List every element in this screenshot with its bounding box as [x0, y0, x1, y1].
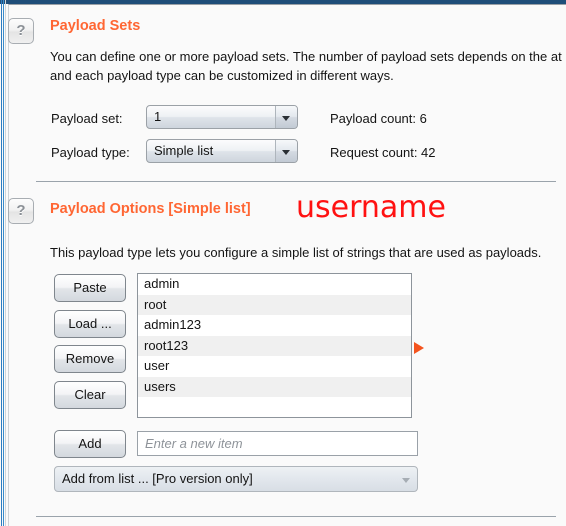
add-button[interactable]: Add: [54, 430, 126, 458]
request-count-label: Request count: 42: [330, 145, 436, 160]
payload-type-dropdown-value: Simple list: [154, 143, 214, 158]
add-from-list-dropdown-arrowbox: [396, 467, 417, 491]
payload-options-description: This payload type lets you configure a s…: [50, 245, 542, 260]
left-edge-panel-border: [5, 0, 6, 526]
list-item[interactable]: root: [138, 294, 411, 315]
payload-list-empty-space: [138, 397, 411, 417]
payload-sets-help-icon[interactable]: ?: [8, 18, 34, 44]
payload-options-help-icon[interactable]: ?: [8, 198, 34, 224]
list-item[interactable]: admin: [138, 274, 411, 295]
payload-set-dropdown[interactable]: 1: [146, 105, 298, 129]
payload-set-dropdown-arrowbox[interactable]: [275, 106, 297, 128]
payload-sets-title: Payload Sets: [50, 18, 141, 34]
pointer-triangle-icon: [414, 342, 424, 354]
paste-button[interactable]: Paste: [54, 274, 126, 302]
payload-sets-description-line-2: and each payload type can be customized …: [50, 68, 394, 83]
chevron-down-icon: [282, 116, 290, 121]
list-item[interactable]: user: [138, 356, 411, 377]
payload-set-dropdown-value: 1: [154, 109, 162, 124]
payload-type-dropdown-arrowbox[interactable]: [275, 140, 297, 162]
payload-sets-description-line-1: You can define one or more payload sets.…: [50, 49, 562, 64]
username-annotation: username: [296, 190, 446, 225]
chevron-down-icon: [402, 478, 410, 483]
payload-count-label: Payload count: 6: [330, 111, 427, 126]
left-edge-accent-line-outer: [1, 0, 2, 526]
list-item[interactable]: admin123: [138, 315, 411, 336]
payload-type-dropdown[interactable]: Simple list: [146, 139, 298, 163]
remove-button[interactable]: Remove: [54, 345, 126, 373]
add-from-list-dropdown-value: Add from list ... [Pro version only]: [62, 471, 253, 486]
new-item-input[interactable]: [137, 431, 418, 456]
payload-options-title: Payload Options [Simple list]: [50, 201, 251, 217]
section-divider-top: [36, 181, 556, 182]
payload-configuration-panel: ? Payload Sets You can define one or mor…: [0, 0, 566, 526]
list-item[interactable]: root123: [138, 335, 411, 356]
left-edge-accent-line-inner: [3, 0, 4, 526]
section-divider-bottom: [36, 516, 556, 517]
clear-button[interactable]: Clear: [54, 381, 126, 409]
payload-type-label: Payload type:: [51, 145, 130, 160]
payload-set-label: Payload set:: [51, 111, 123, 126]
add-from-list-dropdown[interactable]: Add from list ... [Pro version only]: [54, 466, 418, 492]
payload-list[interactable]: admin root admin123 root123 user users: [137, 273, 412, 418]
chevron-down-icon: [282, 150, 290, 155]
load-button[interactable]: Load ...: [54, 310, 126, 338]
list-item[interactable]: users: [138, 376, 411, 397]
